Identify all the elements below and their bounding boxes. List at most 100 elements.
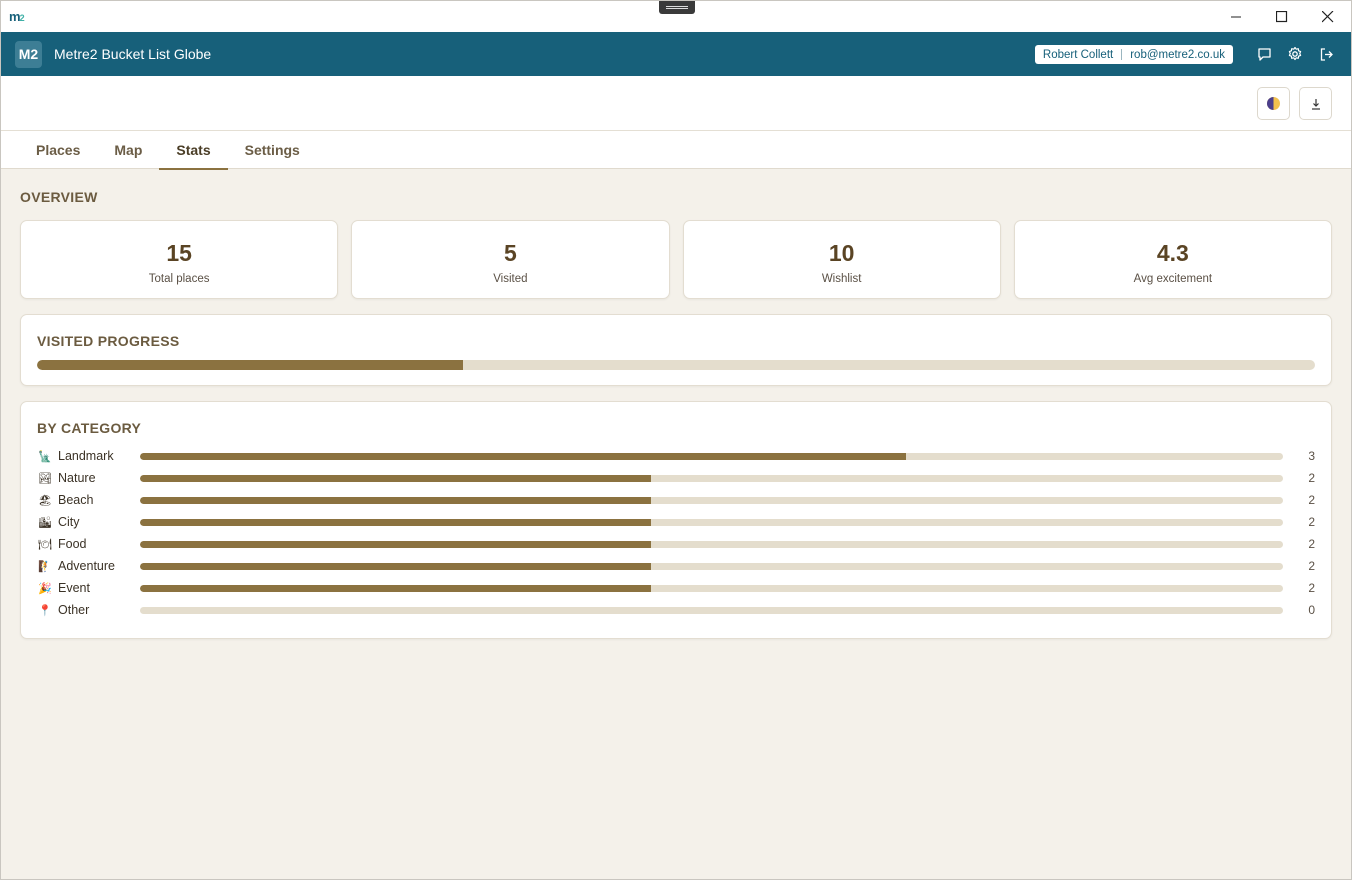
tab-bar: Places Map Stats Settings xyxy=(1,131,1351,170)
beach-icon: 🏖 xyxy=(38,494,52,507)
tab-stats[interactable]: Stats xyxy=(159,131,228,170)
tab-places[interactable]: Places xyxy=(19,131,97,169)
city-icon: 🏙 xyxy=(38,516,52,529)
logout-icon xyxy=(1320,47,1333,61)
category-row-city: 🏙 City 2 xyxy=(37,511,1315,533)
window-app-icon: m2 xyxy=(9,9,25,24)
maximize-icon xyxy=(1276,10,1288,22)
category-bar-fill xyxy=(140,474,651,482)
category-row-food: 🍽 Food 2 xyxy=(37,533,1315,555)
nature-icon: 🏞 xyxy=(38,472,52,485)
visited-progress-fill xyxy=(37,360,463,370)
by-category-heading: BY CATEGORY xyxy=(37,420,142,436)
adventure-icon: 🧗 xyxy=(38,560,52,573)
category-count: 2 xyxy=(1308,493,1315,507)
download-button[interactable] xyxy=(1299,87,1332,120)
category-label: Adventure xyxy=(58,559,115,573)
overview-stats: 15 Total places 5 Visited 10 Wishlist 4.… xyxy=(20,220,1332,299)
category-row-landmark: 🗽 Landmark 3 xyxy=(37,445,1315,467)
stat-card-visited: 5 Visited xyxy=(351,220,670,299)
event-icon: 🎉 xyxy=(38,582,52,595)
theme-icon xyxy=(1267,97,1280,110)
gear-icon xyxy=(1288,46,1302,61)
category-label: Landmark xyxy=(58,449,114,463)
category-bar xyxy=(140,452,1283,460)
food-icon: 🍽 xyxy=(38,538,52,551)
other-icon: 📍 xyxy=(38,604,52,617)
category-bar xyxy=(140,584,1283,592)
settings-button[interactable] xyxy=(1286,45,1304,63)
overview-heading: OVERVIEW xyxy=(20,189,98,205)
category-row-beach: 🏖 Beach 2 xyxy=(37,489,1315,511)
download-icon xyxy=(1311,98,1320,110)
stat-value: 4.3 xyxy=(1156,240,1189,266)
landmark-icon: 🗽 xyxy=(38,450,52,463)
category-bar-fill xyxy=(140,518,651,526)
stat-card-total-places: 15 Total places xyxy=(20,220,339,299)
category-bar xyxy=(140,474,1283,482)
category-row-nature: 🏞 Nature 2 xyxy=(37,467,1315,489)
stats-content: OVERVIEW 15 Total places 5 Visited 10 Wi… xyxy=(20,169,1332,639)
category-count: 2 xyxy=(1308,559,1315,573)
user-name: Robert Collett xyxy=(1042,48,1114,61)
stat-value: 5 xyxy=(503,240,517,266)
category-count: 2 xyxy=(1308,515,1315,529)
theme-toggle-button[interactable] xyxy=(1257,87,1290,120)
category-list: 🗽 Landmark 3 🏞 Nature 2 🏖 Beach 2 🏙 City 2 🍽 Food 2 🧗 Ad… xyxy=(37,445,1315,621)
tab-settings[interactable]: Settings xyxy=(228,131,317,169)
visited-progress-card: VISITED PROGRESS xyxy=(20,314,1332,386)
stat-label: Avg excitement xyxy=(1133,273,1213,285)
minimize-icon xyxy=(1230,16,1241,18)
stat-value: 15 xyxy=(166,240,192,266)
category-bar xyxy=(140,562,1283,570)
toolbar xyxy=(1,76,1351,131)
category-bar xyxy=(140,606,1283,614)
category-bar-fill xyxy=(140,452,906,460)
category-label: Event xyxy=(58,581,90,595)
category-row-other: 📍 Other 0 xyxy=(37,599,1315,621)
app-title: Metre2 Bucket List Globe xyxy=(54,46,212,62)
category-count: 0 xyxy=(1308,603,1315,617)
category-bar xyxy=(140,540,1283,548)
category-bar-fill xyxy=(140,540,651,548)
maximize-button[interactable] xyxy=(1259,1,1305,32)
stat-label: Visited xyxy=(493,273,528,285)
category-count: 2 xyxy=(1308,581,1315,595)
close-window-button[interactable] xyxy=(1305,1,1351,32)
user-account-pill[interactable]: Robert Collett rob@metre2.co.uk xyxy=(1034,45,1233,64)
category-row-event: 🎉 Event 2 xyxy=(37,577,1315,599)
category-bar xyxy=(140,496,1283,504)
stat-label: Wishlist xyxy=(821,273,862,285)
visited-progress-heading: VISITED PROGRESS xyxy=(37,333,180,349)
snap-grip-handle[interactable] xyxy=(659,1,695,14)
category-label: Other xyxy=(58,603,90,617)
stat-card-wishlist: 10 Wishlist xyxy=(682,220,1001,299)
category-bar xyxy=(140,518,1283,526)
category-bar-fill xyxy=(140,562,651,570)
category-count: 3 xyxy=(1308,449,1315,463)
app-logo: M2 xyxy=(15,40,42,68)
stat-value: 10 xyxy=(828,240,855,266)
app-header: M2 Metre2 Bucket List Globe Robert Colle… xyxy=(1,32,1351,76)
category-count: 2 xyxy=(1308,537,1315,551)
close-icon xyxy=(1322,10,1334,22)
logout-button[interactable] xyxy=(1317,45,1335,63)
by-category-card: BY CATEGORY 🗽 Landmark 3 🏞 Nature 2 🏖 Beach 2 🏙 Ci… xyxy=(20,401,1332,639)
minimize-button[interactable] xyxy=(1213,1,1259,32)
visited-progress-bar xyxy=(37,360,1315,370)
category-label: City xyxy=(58,515,80,529)
user-email: rob@metre2.co.uk xyxy=(1130,48,1225,61)
category-label: Beach xyxy=(58,493,94,507)
window-titlebar: m2 xyxy=(1,1,1351,32)
stat-card-avg-excitement: 4.3 Avg excitement xyxy=(1013,220,1332,299)
category-label: Food xyxy=(58,537,87,551)
category-row-adventure: 🧗 Adventure 2 xyxy=(37,555,1315,577)
category-bar-fill xyxy=(140,584,651,592)
category-count: 2 xyxy=(1308,471,1315,485)
chat-icon xyxy=(1257,47,1271,61)
stat-label: Total places xyxy=(148,273,210,285)
tab-map[interactable]: Map xyxy=(97,131,159,169)
feedback-button[interactable] xyxy=(1255,45,1273,63)
category-bar-fill xyxy=(140,496,651,504)
category-label: Nature xyxy=(58,471,96,485)
